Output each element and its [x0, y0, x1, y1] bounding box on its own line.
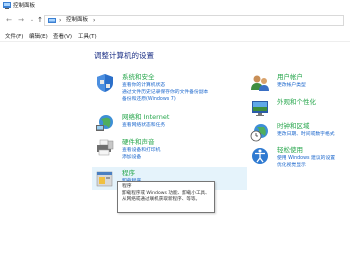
- link-change-account-type[interactable]: 更改帐户类型: [277, 83, 306, 89]
- category-title[interactable]: 外观和个性化: [277, 98, 316, 107]
- tooltip-title: 程序: [122, 184, 132, 189]
- link-backup-restore[interactable]: 备份和还原(Windows 7): [122, 97, 176, 103]
- category-title[interactable]: 时钟和区域: [277, 122, 310, 131]
- link-change-date-time[interactable]: 更改日期、时间或数字格式: [277, 132, 335, 138]
- menu-file[interactable]: 文件(F): [5, 33, 23, 41]
- users-icon: [251, 75, 269, 91]
- forward-button[interactable]: →: [17, 16, 25, 24]
- category-hardware-sound[interactable]: 硬件和声音 查看设备和打印机 添加设备: [95, 138, 245, 164]
- chevron-right-icon[interactable]: ›: [93, 16, 95, 25]
- page-title: 调整计算机的设置: [94, 51, 154, 60]
- up-button[interactable]: ↑: [36, 16, 44, 24]
- navigation-bar: ← → ⌄ ↑ › 控制面板 ›: [0, 13, 350, 28]
- network-icon: [96, 115, 113, 131]
- category-network[interactable]: 网络和 Internet 查看网络状态和任务: [95, 113, 245, 133]
- category-appearance[interactable]: 外观和个性化: [250, 98, 350, 118]
- control-panel-small-icon: [48, 18, 56, 23]
- menu-edit[interactable]: 编辑(E): [29, 33, 48, 41]
- breadcrumb-control-panel[interactable]: 控制面板: [66, 16, 88, 25]
- back-button[interactable]: ←: [5, 16, 13, 24]
- link-optimize-visual-display[interactable]: 优化视觉显示: [277, 163, 306, 169]
- printer-icon: [97, 139, 114, 156]
- category-title[interactable]: 程序: [122, 169, 135, 178]
- category-system-security[interactable]: 系统和安全 查看你的计算机状态 通过文件历史记录保存你的文件备份副本 备份和还原…: [95, 73, 255, 109]
- category-title[interactable]: 轻松使用: [277, 146, 303, 155]
- category-title[interactable]: 硬件和声音: [122, 138, 155, 147]
- shield-icon: [97, 74, 113, 92]
- link-network-status[interactable]: 查看网络状态和任务: [122, 123, 165, 129]
- menu-view[interactable]: 查看(V): [53, 33, 72, 41]
- programs-icon: [96, 171, 113, 187]
- appearance-icon: [252, 101, 268, 116]
- title-bar: 控制面板: [0, 0, 350, 12]
- menu-tools[interactable]: 工具(T): [78, 33, 97, 41]
- address-bar[interactable]: › 控制面板 ›: [44, 15, 344, 26]
- category-title[interactable]: 网络和 Internet: [122, 113, 169, 122]
- programs-tooltip: 程序 卸载程序或 Windows 功能、卸载小工具、从网络或通过联机获取新程序、…: [117, 181, 215, 213]
- category-clock-region[interactable]: 时钟和区域 更改日期、时间或数字格式: [250, 122, 350, 142]
- chevron-right-icon: ›: [59, 17, 62, 24]
- category-title[interactable]: 用户帐户: [277, 73, 303, 82]
- tooltip-body: 卸载程序或 Windows 功能、卸载小工具、从网络或通过联机获取新程序、等等。: [122, 191, 210, 203]
- window-title: 控制面板: [13, 3, 36, 9]
- menu-bar: 文件(F) 编辑(E) 查看(V) 工具(T): [0, 31, 350, 42]
- control-panel-icon: [3, 2, 11, 9]
- link-add-device[interactable]: 添加设备: [122, 155, 141, 161]
- link-file-history[interactable]: 通过文件历史记录保存你的文件备份副本: [122, 90, 208, 96]
- category-ease-of-access[interactable]: 轻松使用 使用 Windows 建议的设置 优化视觉显示: [250, 146, 350, 172]
- link-windows-suggested-settings[interactable]: 使用 Windows 建议的设置: [277, 156, 335, 162]
- category-title[interactable]: 系统和安全: [122, 73, 155, 82]
- category-user-accounts[interactable]: 用户帐户 更改帐户类型: [250, 73, 350, 93]
- ease-of-access-icon: [252, 148, 268, 164]
- clock-icon: [250, 124, 268, 142]
- link-view-status[interactable]: 查看你的计算机状态: [122, 83, 165, 89]
- link-devices-printers[interactable]: 查看设备和打印机: [122, 148, 160, 154]
- recent-locations-icon[interactable]: ⌄: [28, 16, 36, 24]
